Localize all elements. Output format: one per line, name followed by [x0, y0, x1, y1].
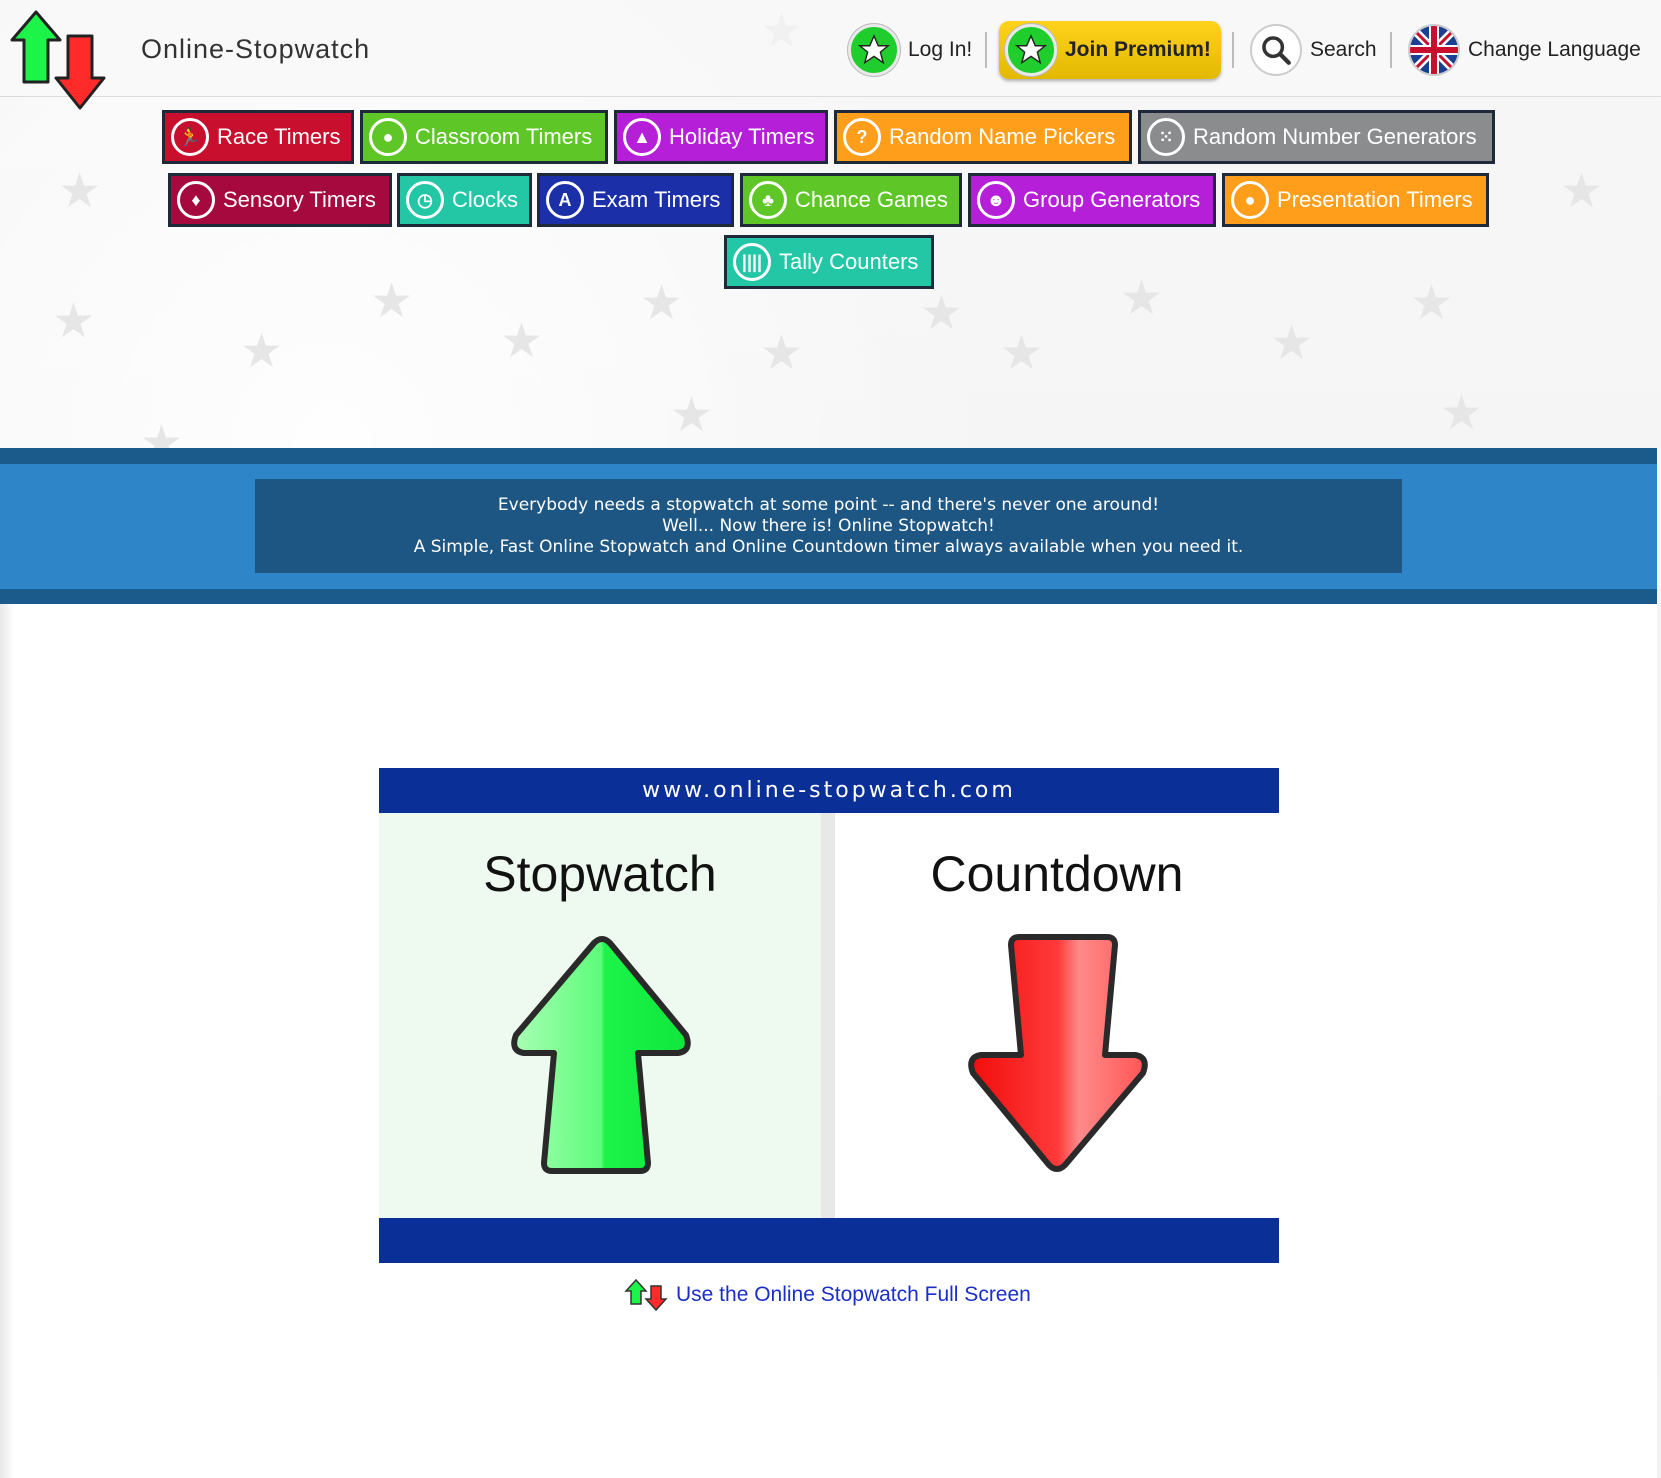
- question-icon: ?: [843, 118, 881, 156]
- panel-footer-bar: [379, 1218, 1279, 1263]
- site-name[interactable]: Online-Stopwatch: [141, 34, 370, 65]
- small-arrows-icon: [624, 1278, 668, 1312]
- banner-top-stripe: [0, 448, 1657, 464]
- intro-line-2: Well... Now there is! Online Stopwatch!: [662, 516, 995, 536]
- timer-chooser-panel: www.online-stopwatch.com Stopwatch Count…: [379, 768, 1279, 1263]
- intro-text-box: Everybody needs a stopwatch at some poin…: [255, 479, 1402, 573]
- nav-group-generators[interactable]: ☻ Group Generators: [968, 173, 1216, 227]
- search-button[interactable]: Search: [1250, 22, 1377, 78]
- banner-bottom-stripe: [0, 589, 1657, 604]
- header-divider: [1232, 32, 1234, 68]
- tally-icon: ||||: [733, 243, 771, 281]
- nav-sensory-timers[interactable]: ♦ Sensory Timers: [168, 173, 392, 227]
- search-label: Search: [1310, 38, 1377, 61]
- nav-holiday-timers[interactable]: ▲ Holiday Timers: [614, 110, 828, 164]
- nav-chance-games[interactable]: ♣ Chance Games: [740, 173, 962, 227]
- group-icon: ☻: [977, 181, 1015, 219]
- clock-icon: ◷: [406, 181, 444, 219]
- nav-tally-counters[interactable]: |||| Tally Counters: [724, 235, 934, 289]
- speech-bubble-icon: ●: [1231, 181, 1269, 219]
- intro-line-1: Everybody needs a stopwatch at some poin…: [497, 495, 1160, 515]
- dice-icon: ⁙: [1147, 118, 1185, 156]
- nav-clocks[interactable]: ◷ Clocks: [397, 173, 532, 227]
- join-premium-button[interactable]: Join Premium!: [999, 21, 1221, 79]
- countdown-option[interactable]: Countdown: [835, 813, 1279, 1218]
- nav-presentation-timers[interactable]: ● Presentation Timers: [1222, 173, 1489, 227]
- stopwatch-option[interactable]: Stopwatch: [379, 813, 821, 1218]
- language-label: Change Language: [1468, 38, 1641, 61]
- nav-random-name-pickers[interactable]: ? Random Name Pickers: [834, 110, 1132, 164]
- apple-icon: ●: [369, 118, 407, 156]
- fullscreen-link[interactable]: Use the Online Stopwatch Full Screen: [624, 1277, 1031, 1313]
- star-icon: [1005, 24, 1057, 76]
- site-logo-icon[interactable]: [8, 10, 128, 110]
- header-divider: [985, 32, 987, 68]
- fullscreen-label: Use the Online Stopwatch Full Screen: [676, 1283, 1031, 1306]
- star-icon: [848, 24, 900, 76]
- panel-url: www.online-stopwatch.com: [379, 768, 1279, 813]
- a-plus-icon: A: [546, 181, 584, 219]
- stopwatch-title: Stopwatch: [483, 846, 717, 902]
- change-language-button[interactable]: Change Language: [1408, 22, 1641, 78]
- nav-exam-timers[interactable]: A Exam Timers: [537, 173, 734, 227]
- drop-icon: ♦: [177, 181, 215, 219]
- nav-random-number-generators[interactable]: ⁙ Random Number Generators: [1138, 110, 1495, 164]
- page-edge-shadow: [0, 604, 14, 1478]
- up-arrow-icon: [511, 936, 691, 1174]
- login-label: Log In!: [908, 38, 973, 61]
- down-arrow-icon: [968, 934, 1148, 1172]
- nav-classroom-timers[interactable]: ● Classroom Timers: [360, 110, 608, 164]
- header-divider: [1390, 32, 1392, 68]
- party-hat-icon: ▲: [623, 118, 661, 156]
- cherries-icon: ♣: [749, 181, 787, 219]
- login-button[interactable]: Log In!: [848, 22, 972, 78]
- nav-race-timers[interactable]: 🏃 Race Timers: [162, 110, 354, 164]
- uk-flag-icon: [1408, 24, 1460, 76]
- intro-line-3: A Simple, Fast Online Stopwatch and Onli…: [413, 537, 1244, 557]
- site-header: Online-Stopwatch Log In! Join Premium! S…: [0, 0, 1661, 110]
- premium-label: Join Premium!: [1065, 38, 1211, 61]
- countdown-title: Countdown: [930, 846, 1184, 902]
- pane-divider: [821, 813, 835, 1218]
- search-icon: [1250, 24, 1302, 76]
- runner-icon: 🏃: [171, 118, 209, 156]
